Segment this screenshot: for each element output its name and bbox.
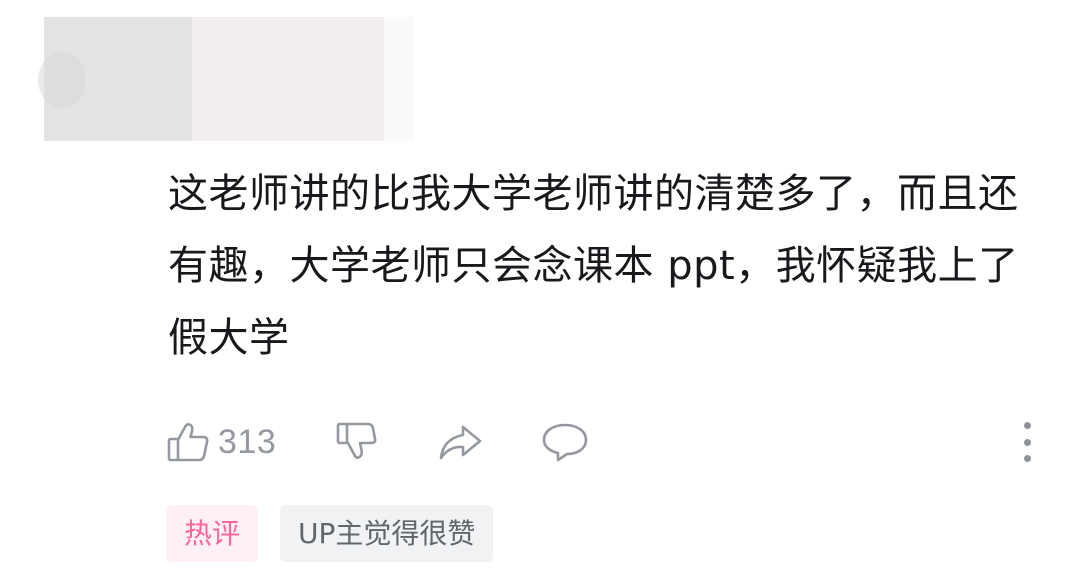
more-dot: [1023, 438, 1031, 446]
like-button[interactable]: 313: [166, 416, 276, 468]
hot-comment-tag: 热评: [166, 505, 259, 562]
thumbs-up-icon: [167, 423, 209, 462]
reply-button[interactable]: [540, 416, 590, 468]
comment-action-bar: 313: [166, 416, 590, 468]
comment-text: 这老师讲的比我大学老师讲的清楚多了，而且还有趣，大学老师只会念课本 ppt，我怀…: [168, 171, 1019, 361]
redacted-username-block: [192, 17, 384, 141]
more-dot: [1023, 455, 1031, 462]
up-liked-tag: UP主觉得很赞: [280, 505, 494, 562]
reply-bubble-icon: [542, 423, 588, 462]
avatar: [38, 52, 86, 108]
comment-tags: 热评 UP主觉得很赞: [166, 505, 494, 562]
dislike-button[interactable]: [334, 416, 380, 468]
like-count: 313: [218, 422, 277, 461]
redacted-edge-block: [384, 17, 414, 141]
thumbs-down-icon: [336, 422, 377, 459]
share-button[interactable]: [436, 416, 484, 468]
share-arrow-icon: [439, 425, 482, 460]
more-vertical-icon[interactable]: [1008, 420, 1046, 464]
more-dot: [1023, 422, 1031, 429]
